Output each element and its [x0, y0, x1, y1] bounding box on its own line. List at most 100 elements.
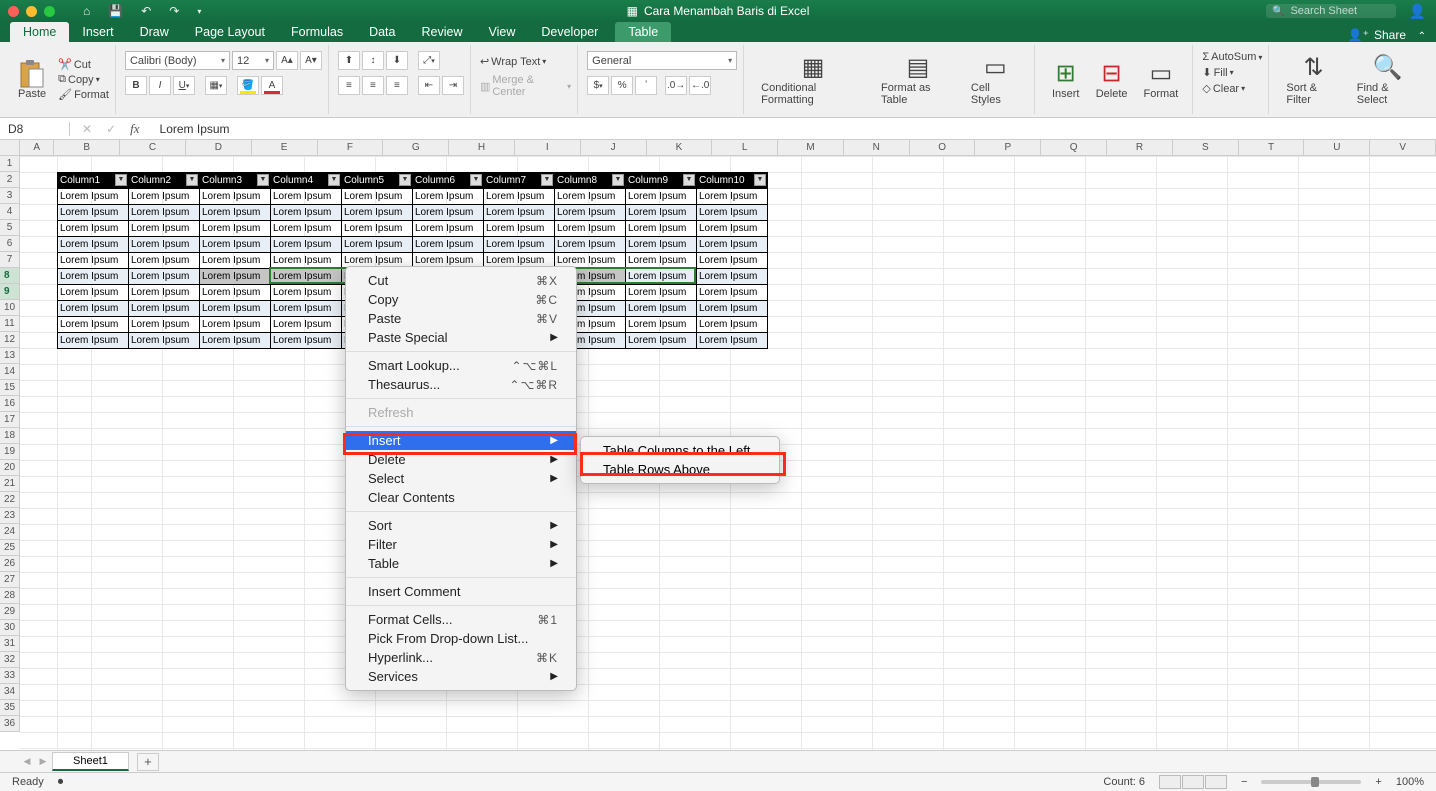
table-cell[interactable]: Lorem Ipsum	[200, 269, 271, 285]
undo-icon[interactable]: ↶	[141, 4, 151, 18]
column-header-K[interactable]: K	[647, 140, 713, 156]
row-header-24[interactable]: 24	[0, 524, 20, 540]
filter-dropdown-icon[interactable]: ▼	[399, 174, 411, 186]
format-as-table-button[interactable]: ▤Format as Table	[873, 50, 963, 110]
table-cell[interactable]: Lorem Ipsum	[697, 285, 768, 301]
filter-dropdown-icon[interactable]: ▼	[470, 174, 482, 186]
tab-formulas[interactable]: Formulas	[278, 22, 356, 42]
table-cell[interactable]: Lorem Ipsum	[200, 301, 271, 317]
table-cell[interactable]: Lorem Ipsum	[697, 205, 768, 221]
tab-table[interactable]: Table	[615, 22, 671, 42]
table-cell[interactable]: Lorem Ipsum	[626, 269, 697, 285]
table-cell[interactable]: Lorem Ipsum	[342, 237, 413, 253]
table-cell[interactable]: Lorem Ipsum	[58, 301, 129, 317]
find-select-button[interactable]: 🔍Find & Select	[1349, 50, 1426, 110]
row-header-1[interactable]: 1	[0, 156, 20, 172]
column-header-V[interactable]: V	[1370, 140, 1436, 156]
copy-button[interactable]: ⧉Copy▾	[58, 73, 109, 86]
italic-button[interactable]: I	[149, 76, 171, 95]
tab-view[interactable]: View	[475, 22, 528, 42]
table-cell[interactable]: Lorem Ipsum	[555, 237, 626, 253]
column-header-A[interactable]: A	[20, 140, 54, 156]
filter-dropdown-icon[interactable]: ▼	[186, 174, 198, 186]
column-header-M[interactable]: M	[778, 140, 844, 156]
table-cell[interactable]: Lorem Ipsum	[626, 333, 697, 349]
row-header-31[interactable]: 31	[0, 636, 20, 652]
table-cell[interactable]: Lorem Ipsum	[58, 317, 129, 333]
cancel-formula-icon[interactable]: ✕	[82, 122, 92, 136]
table-cell[interactable]: Lorem Ipsum	[129, 269, 200, 285]
add-sheet-button[interactable]: +	[137, 753, 159, 771]
table-cell[interactable]: Lorem Ipsum	[271, 317, 342, 333]
table-cell[interactable]: Lorem Ipsum	[271, 301, 342, 317]
column-header-N[interactable]: N	[844, 140, 910, 156]
row-header-23[interactable]: 23	[0, 508, 20, 524]
align-middle-button[interactable]: ↕	[362, 51, 384, 70]
row-header-2[interactable]: 2	[0, 172, 20, 188]
comma-button[interactable]: ʼ	[635, 76, 657, 95]
column-header-Q[interactable]: Q	[1041, 140, 1107, 156]
context-menu-item[interactable]: Select▶	[346, 469, 576, 488]
align-center-button[interactable]: ≡	[362, 76, 384, 95]
tab-review[interactable]: Review	[408, 22, 475, 42]
ribbon-collapse-icon[interactable]: ⌃	[1418, 31, 1426, 42]
conditional-formatting-button[interactable]: ▦Conditional Formatting	[753, 50, 873, 110]
row-header-29[interactable]: 29	[0, 604, 20, 620]
zoom-slider[interactable]	[1261, 780, 1361, 784]
context-menu-item[interactable]: Thesaurus...⌃⌥⌘R	[346, 375, 576, 394]
row-header-19[interactable]: 19	[0, 444, 20, 460]
save-icon[interactable]: 💾	[108, 4, 123, 18]
table-cell[interactable]: Lorem Ipsum	[697, 189, 768, 205]
font-name-select[interactable]: Calibri (Body)▾	[125, 51, 230, 70]
table-cell[interactable]: Lorem Ipsum	[200, 317, 271, 333]
macro-record-icon[interactable]: ⏺	[58, 776, 64, 789]
column-header-T[interactable]: T	[1239, 140, 1305, 156]
context-menu-item[interactable]: Sort▶	[346, 516, 576, 535]
table-cell[interactable]: Lorem Ipsum	[129, 333, 200, 349]
column-header-G[interactable]: G	[383, 140, 449, 156]
table-cell[interactable]: Lorem Ipsum	[58, 269, 129, 285]
row-header-36[interactable]: 36	[0, 716, 20, 732]
filter-dropdown-icon[interactable]: ▼	[683, 174, 695, 186]
fill-color-button[interactable]: 🪣	[237, 76, 259, 95]
qat-dropdown-icon[interactable]: ▾	[197, 7, 201, 16]
search-input[interactable]	[1290, 5, 1390, 17]
worksheet-grid[interactable]: ABCDEFGHIJKLMNOPQRSTUV 12345678910111213…	[0, 140, 1436, 750]
table-cell[interactable]: Lorem Ipsum	[697, 221, 768, 237]
row-header-26[interactable]: 26	[0, 556, 20, 572]
table-cell[interactable]: Lorem Ipsum	[58, 237, 129, 253]
underline-button[interactable]: U▾	[173, 76, 195, 95]
row-header-35[interactable]: 35	[0, 700, 20, 716]
table-cell[interactable]: Lorem Ipsum	[129, 253, 200, 269]
table-cell[interactable]: Lorem Ipsum	[626, 253, 697, 269]
table-cell[interactable]: Lorem Ipsum	[200, 333, 271, 349]
borders-button[interactable]: ▦▾	[205, 76, 227, 95]
align-top-button[interactable]: ⬆	[338, 51, 360, 70]
format-cells-button[interactable]: ▭Format	[1136, 56, 1187, 104]
font-size-select[interactable]: 12▾	[232, 51, 274, 70]
row-header-17[interactable]: 17	[0, 412, 20, 428]
table-cell[interactable]: Lorem Ipsum	[129, 221, 200, 237]
row-header-33[interactable]: 33	[0, 668, 20, 684]
increase-decimal-button[interactable]: .0→	[665, 76, 687, 95]
zoom-out-button[interactable]: −	[1241, 776, 1247, 788]
table-cell[interactable]: Lorem Ipsum	[697, 301, 768, 317]
delete-cells-button[interactable]: ⊟Delete	[1088, 56, 1136, 104]
table-cell[interactable]: Lorem Ipsum	[271, 205, 342, 221]
minimize-window-button[interactable]	[26, 6, 37, 17]
table-cell[interactable]: Lorem Ipsum	[626, 189, 697, 205]
context-menu-item[interactable]: Insert▶	[346, 431, 576, 450]
row-header-14[interactable]: 14	[0, 364, 20, 380]
row-header-7[interactable]: 7	[0, 252, 20, 268]
table-cell[interactable]: Lorem Ipsum	[697, 269, 768, 285]
table-cell[interactable]: Lorem Ipsum	[342, 221, 413, 237]
sheet-nav-last[interactable]: ▶	[36, 756, 50, 767]
row-header-6[interactable]: 6	[0, 236, 20, 252]
table-cell[interactable]: Lorem Ipsum	[697, 237, 768, 253]
filter-dropdown-icon[interactable]: ▼	[257, 174, 269, 186]
column-header-E[interactable]: E	[252, 140, 318, 156]
context-menu-item[interactable]: Table▶	[346, 554, 576, 573]
table-header[interactable]: Column1▼	[58, 173, 129, 189]
fx-icon[interactable]: fx	[130, 121, 139, 137]
table-cell[interactable]: Lorem Ipsum	[484, 189, 555, 205]
